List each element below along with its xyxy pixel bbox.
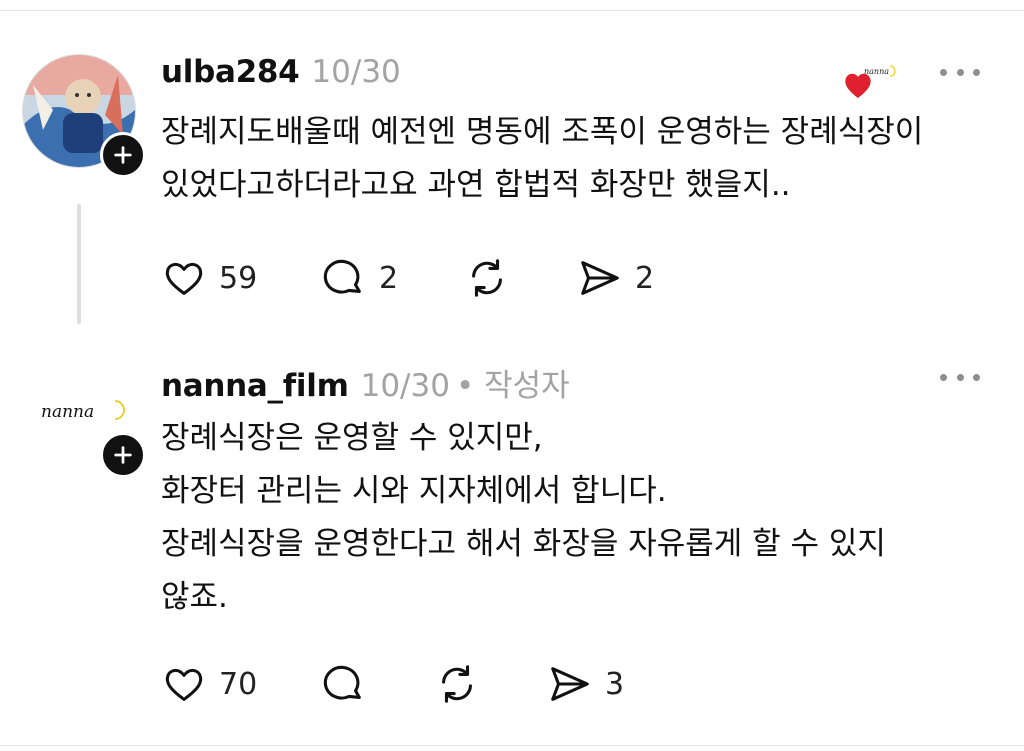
comment-icon [323,665,361,700]
dot [973,373,980,381]
repost-icon [442,665,472,703]
logo-wordmark: nanna [41,402,94,422]
comment-line: 않죠. [161,579,228,615]
follow-button[interactable] [100,432,146,478]
share-count: 3 [605,666,625,702]
action-bar: 70 3 [161,659,681,709]
send-icon [551,667,589,701]
heart-icon [165,668,203,701]
comment-nanna-film: nanna nanna_film 10/30 • 작성자 장례식장은 운영할 수… [0,0,1024,740]
bottom-divider [0,745,1024,746]
timestamp: 10/30 [360,368,450,404]
like-button[interactable]: 70 [161,659,257,709]
dot [956,373,964,381]
comment-line: 화장터 관리는 시와 지자체에서 합니다. [161,473,667,509]
dot [940,373,947,381]
plus-icon [114,446,132,464]
repost-button[interactable] [434,659,480,709]
author-badge: • 작성자 [455,368,570,404]
username[interactable]: nanna_film [161,368,349,404]
share-button[interactable]: 3 [547,659,624,709]
comment-line: 장례식장을 운영한다고 해서 화장을 자유롭게 할 수 있지 [161,526,886,562]
more-options-button[interactable] [940,367,980,387]
like-count: 70 [219,666,258,702]
reply-button[interactable] [321,659,367,709]
comment-line: 장례식장은 운영할 수 있지만, [161,420,543,456]
comment-text: 장례식장은 운영할 수 있지만, 화장터 관리는 시와 지자체에서 합니다. 장… [161,412,886,624]
